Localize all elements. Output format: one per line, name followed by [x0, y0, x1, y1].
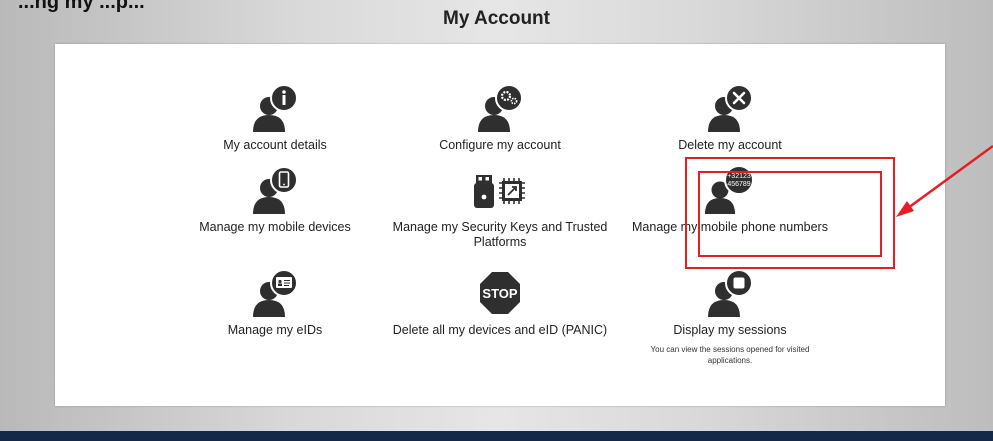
annotation-arrow — [896, 144, 993, 217]
footer-bar — [0, 431, 993, 441]
